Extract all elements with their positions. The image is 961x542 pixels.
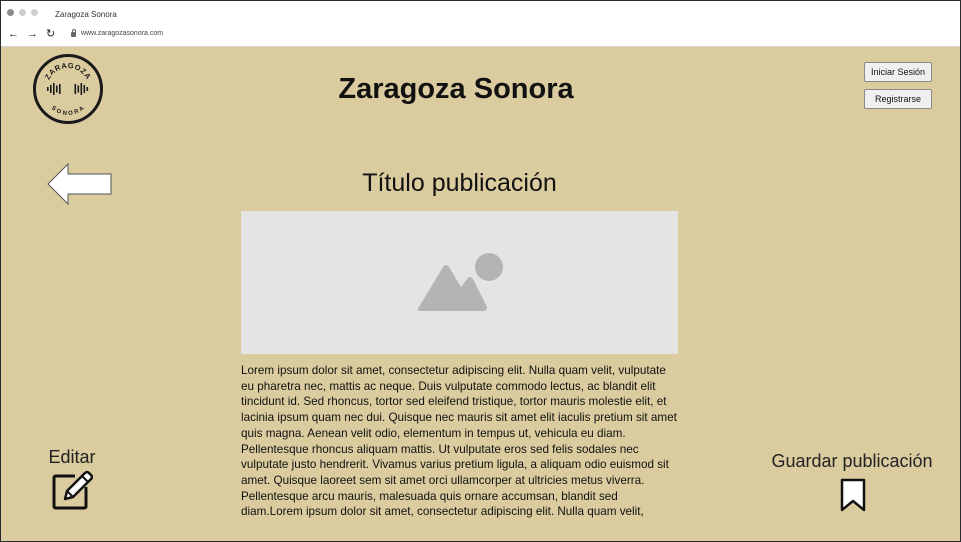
edit-icon[interactable] [51, 469, 93, 511]
forward-nav-icon[interactable]: → [27, 29, 38, 40]
reload-icon[interactable]: ↻ [46, 29, 55, 40]
login-button[interactable]: Iniciar Sesión [864, 62, 932, 82]
address-bar[interactable]: www.zaragozasonora.com [71, 29, 163, 37]
bookmark-icon[interactable] [839, 477, 867, 513]
window-controls [7, 9, 38, 16]
browser-chrome: Zaragoza Sonora ← → ↻ www.zaragozasonora… [1, 1, 960, 47]
minimize-window-dot[interactable] [19, 9, 26, 16]
register-button[interactable]: Registrarse [864, 89, 932, 109]
edit-label[interactable]: Editar [41, 447, 103, 468]
save-post-label[interactable]: Guardar publicación [766, 451, 938, 472]
svg-text:SONORA: SONORA [50, 105, 86, 117]
post-title: Título publicación [362, 169, 557, 197]
site-title: Zaragoza Sonora [338, 73, 574, 105]
browser-tab-title[interactable]: Zaragoza Sonora [55, 10, 117, 19]
page-content: ZARAGOZA SONORA Zaragoza Sonora Iniciar … [1, 47, 960, 541]
browser-nav: ← → ↻ [8, 29, 55, 40]
maximize-window-dot[interactable] [31, 9, 38, 16]
lock-icon [71, 29, 76, 37]
logo-bottom-text: SONORA [50, 105, 85, 117]
image-placeholder-icon [417, 253, 503, 311]
back-arrow-icon[interactable] [46, 163, 114, 205]
back-nav-icon[interactable]: ← [8, 29, 19, 40]
close-window-dot[interactable] [7, 9, 14, 16]
browser-window: Zaragoza Sonora ← → ↻ www.zaragozasonora… [0, 0, 961, 542]
post-image-placeholder [241, 211, 678, 354]
url-text[interactable]: www.zaragozasonora.com [81, 30, 163, 37]
post-body-text: Lorem ipsum dolor sit amet, consectetur … [241, 364, 677, 519]
